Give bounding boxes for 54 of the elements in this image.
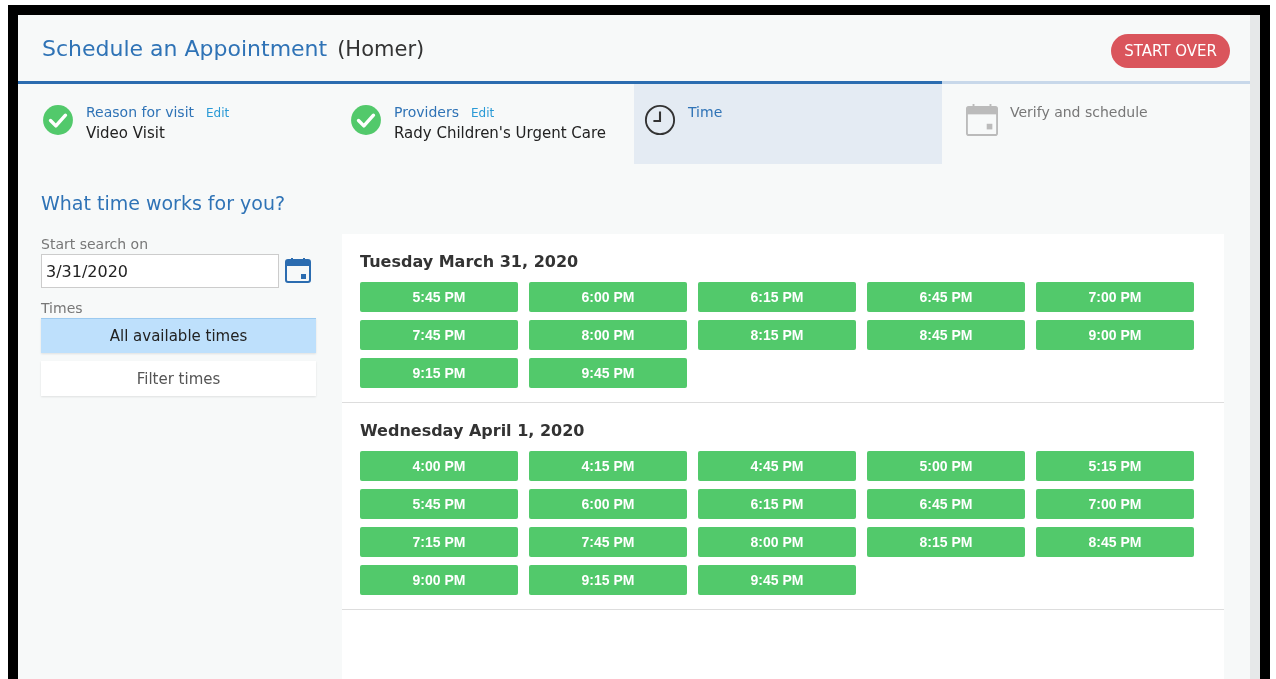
time-slot-button[interactable]: 9:45 PM bbox=[698, 565, 856, 595]
time-slot-button[interactable]: 7:00 PM bbox=[1036, 282, 1194, 312]
edit-link[interactable]: Edit bbox=[470, 106, 495, 120]
filter-option[interactable]: All available times bbox=[41, 318, 316, 353]
step-label: Providers bbox=[394, 104, 459, 120]
time-slot-button[interactable]: 8:00 PM bbox=[529, 320, 687, 350]
time-slot-button[interactable]: 9:15 PM bbox=[529, 565, 687, 595]
time-slot-button[interactable]: 5:15 PM bbox=[1036, 451, 1194, 481]
time-slot-button[interactable]: 8:15 PM bbox=[698, 320, 856, 350]
day-heading: Tuesday March 31, 2020 bbox=[360, 252, 580, 271]
calendar-icon bbox=[966, 104, 998, 136]
time-slot-button[interactable]: 9:00 PM bbox=[1036, 320, 1194, 350]
section-heading: What time works for you? bbox=[41, 192, 285, 214]
time-slot-button[interactable]: 9:00 PM bbox=[360, 565, 518, 595]
field-label: Start search on bbox=[41, 236, 149, 252]
edit-link[interactable]: Edit bbox=[206, 106, 230, 120]
time-slot-button[interactable]: 8:15 PM bbox=[867, 527, 1025, 557]
time-slot-button[interactable]: 4:00 PM bbox=[360, 451, 518, 481]
time-slot-button[interactable]: 6:00 PM bbox=[529, 489, 687, 519]
time-slot-button[interactable]: 5:00 PM bbox=[867, 451, 1025, 481]
time-slot-button[interactable]: 6:45 PM bbox=[867, 282, 1025, 312]
time-slot-button[interactable]: 5:45 PM bbox=[360, 489, 518, 519]
time-slot-button[interactable]: 5:45 PM bbox=[360, 282, 518, 312]
time-slot-button[interactable]: 6:15 PM bbox=[698, 282, 856, 312]
time-slot-button[interactable]: 6:00 PM bbox=[529, 282, 687, 312]
time-slot-button[interactable]: 7:00 PM bbox=[1036, 489, 1194, 519]
time-slot-button[interactable]: 6:45 PM bbox=[867, 489, 1025, 519]
filter-option[interactable]: Filter times bbox=[41, 361, 316, 396]
time-slot-button[interactable]: 7:45 PM bbox=[529, 527, 687, 557]
step-label: Verify and schedule bbox=[1010, 104, 1148, 120]
time-slot-button[interactable]: 8:45 PM bbox=[1036, 527, 1194, 557]
step-value: Rady Children's Urgent Care bbox=[394, 124, 607, 142]
time-slot-button[interactable]: 7:15 PM bbox=[360, 527, 518, 557]
time-slot-button[interactable]: 4:15 PM bbox=[529, 451, 687, 481]
time-slot-button[interactable]: 8:45 PM bbox=[867, 320, 1025, 350]
date-field[interactable]: 3/31/2020 bbox=[41, 254, 279, 288]
step-value: Video Visit bbox=[86, 124, 165, 142]
day-heading: Wednesday April 1, 2020 bbox=[360, 421, 586, 440]
time-slot-button[interactable]: 6:15 PM bbox=[698, 489, 856, 519]
time-slot-button[interactable]: 8:00 PM bbox=[698, 527, 856, 557]
time-slot-button[interactable]: 7:45 PM bbox=[360, 320, 518, 350]
start-over-button[interactable]: START OVER bbox=[1111, 34, 1230, 68]
calendar-icon[interactable] bbox=[285, 258, 311, 284]
clock-icon bbox=[644, 104, 676, 136]
page-title: Schedule an Appointment bbox=[42, 35, 328, 61]
step-label: Time bbox=[688, 104, 723, 120]
check-icon bbox=[350, 104, 382, 136]
check-icon bbox=[42, 104, 74, 136]
field-label: Times bbox=[41, 300, 83, 316]
time-slot-button[interactable]: 4:45 PM bbox=[698, 451, 856, 481]
patient-name: (Homer) bbox=[337, 36, 425, 61]
time-slot-button[interactable]: 9:45 PM bbox=[529, 358, 687, 388]
time-slot-button[interactable]: 9:15 PM bbox=[360, 358, 518, 388]
step-label: Reason for visit bbox=[86, 104, 195, 120]
